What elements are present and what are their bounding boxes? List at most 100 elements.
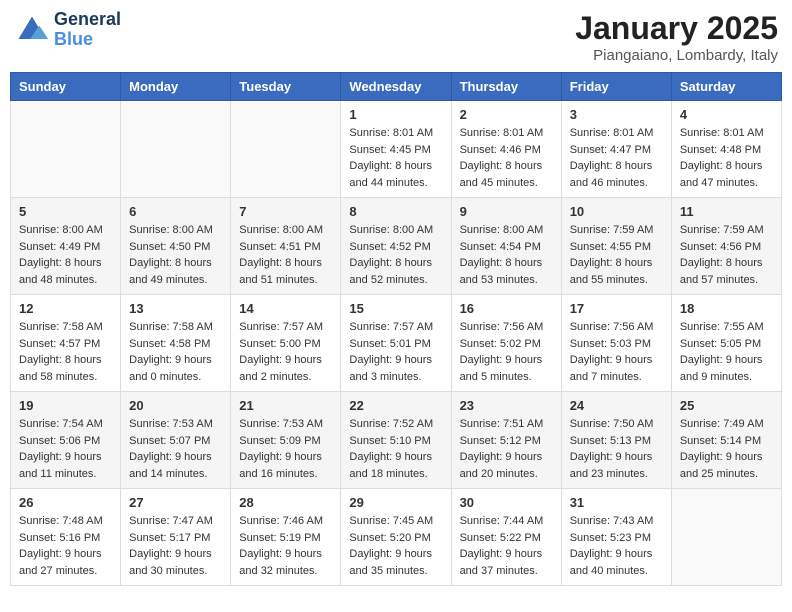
calendar-table: SundayMondayTuesdayWednesdayThursdayFrid… xyxy=(10,72,782,586)
weekday-header-tuesday: Tuesday xyxy=(231,73,341,101)
calendar-day-25: 25 Sunrise: 7:49 AM Sunset: 5:14 PM Dayli… xyxy=(671,392,781,489)
weekday-header-row: SundayMondayTuesdayWednesdayThursdayFrid… xyxy=(11,73,782,101)
calendar-day-21: 21Sunrise: 7:53 AM Sunset: 5:09 PM Dayli… xyxy=(231,392,341,489)
calendar-day-19: 19 Sunrise: 7:54 AM Sunset: 5:06 PM Dayli… xyxy=(11,392,121,489)
day-number: 23 xyxy=(460,398,553,413)
day-number: 29 xyxy=(349,495,442,510)
day-number: 24 xyxy=(570,398,663,413)
day-info: Sunrise: 7:57 AM Sunset: 5:00 PM Dayligh… xyxy=(239,319,332,385)
day-number: 4 xyxy=(680,107,773,122)
day-info: Sunrise: 8:00 AM Sunset: 4:50 PM Dayligh… xyxy=(129,222,222,288)
title-area: January 2025 Piangaiano, Lombardy, Italy xyxy=(575,10,778,64)
day-number: 6 xyxy=(129,204,222,219)
day-number: 17 xyxy=(570,301,663,316)
weekday-header-thursday: Thursday xyxy=(451,73,561,101)
day-info: Sunrise: 7:51 AM Sunset: 5:12 PM Dayligh… xyxy=(460,416,553,482)
day-number: 15 xyxy=(349,301,442,316)
calendar-week-row: 5Sunrise: 8:00 AM Sunset: 4:49 PM Daylig… xyxy=(11,198,782,295)
day-number: 7 xyxy=(239,204,332,219)
weekday-header-monday: Monday xyxy=(121,73,231,101)
day-number: 21 xyxy=(239,398,332,413)
day-info: Sunrise: 7:58 AM Sunset: 4:57 PM Dayligh… xyxy=(19,319,112,385)
calendar-day-2: 2 Sunrise: 8:01 AM Sunset: 4:46 PM Daylig… xyxy=(451,101,561,198)
calendar-day-11: 11 Sunrise: 7:59 AM Sunset: 4:56 PM Dayli… xyxy=(671,198,781,295)
day-number: 18 xyxy=(680,301,773,316)
logo-icon xyxy=(14,12,50,48)
day-info: Sunrise: 7:58 AM Sunset: 4:58 PM Dayligh… xyxy=(129,319,222,385)
day-info: Sunrise: 7:59 AM Sunset: 4:56 PM Dayligh… xyxy=(680,222,773,288)
calendar-day-29: 29Sunrise: 7:45 AM Sunset: 5:20 PM Dayli… xyxy=(341,489,451,586)
day-number: 9 xyxy=(460,204,553,219)
calendar-day-20: 20 Sunrise: 7:53 AM Sunset: 5:07 PM Dayli… xyxy=(121,392,231,489)
calendar-day-22: 22 Sunrise: 7:52 AM Sunset: 5:10 PM Dayli… xyxy=(341,392,451,489)
day-number: 11 xyxy=(680,204,773,219)
day-info: Sunrise: 7:54 AM Sunset: 5:06 PM Dayligh… xyxy=(19,416,112,482)
calendar-day-27: 27Sunrise: 7:47 AM Sunset: 5:17 PM Dayli… xyxy=(121,489,231,586)
day-number: 8 xyxy=(349,204,442,219)
day-info: Sunrise: 8:01 AM Sunset: 4:47 PM Dayligh… xyxy=(570,125,663,191)
calendar-day-5: 5Sunrise: 8:00 AM Sunset: 4:49 PM Daylig… xyxy=(11,198,121,295)
calendar-day-empty xyxy=(121,101,231,198)
calendar-day-30: 30 Sunrise: 7:44 AM Sunset: 5:22 PM Dayli… xyxy=(451,489,561,586)
day-info: Sunrise: 8:01 AM Sunset: 4:48 PM Dayligh… xyxy=(680,125,773,191)
day-number: 31 xyxy=(570,495,663,510)
day-info: Sunrise: 8:00 AM Sunset: 4:51 PM Dayligh… xyxy=(239,222,332,288)
day-info: Sunrise: 7:52 AM Sunset: 5:10 PM Dayligh… xyxy=(349,416,442,482)
day-number: 19 xyxy=(19,398,112,413)
month-title: January 2025 xyxy=(575,10,778,47)
logo: General Blue xyxy=(14,10,121,50)
calendar-day-12: 12Sunrise: 7:58 AM Sunset: 4:57 PM Dayli… xyxy=(11,295,121,392)
day-number: 13 xyxy=(129,301,222,316)
logo-text: General Blue xyxy=(54,10,121,50)
day-number: 14 xyxy=(239,301,332,316)
weekday-header-sunday: Sunday xyxy=(11,73,121,101)
day-info: Sunrise: 7:55 AM Sunset: 5:05 PM Dayligh… xyxy=(680,319,773,385)
calendar-day-10: 10 Sunrise: 7:59 AM Sunset: 4:55 PM Dayli… xyxy=(561,198,671,295)
calendar-day-1: 1Sunrise: 8:01 AM Sunset: 4:45 PM Daylig… xyxy=(341,101,451,198)
weekday-header-friday: Friday xyxy=(561,73,671,101)
calendar-day-26: 26Sunrise: 7:48 AM Sunset: 5:16 PM Dayli… xyxy=(11,489,121,586)
day-info: Sunrise: 7:47 AM Sunset: 5:17 PM Dayligh… xyxy=(129,513,222,579)
day-number: 2 xyxy=(460,107,553,122)
day-info: Sunrise: 8:00 AM Sunset: 4:54 PM Dayligh… xyxy=(460,222,553,288)
calendar-day-24: 24 Sunrise: 7:50 AM Sunset: 5:13 PM Dayli… xyxy=(561,392,671,489)
day-info: Sunrise: 8:00 AM Sunset: 4:49 PM Dayligh… xyxy=(19,222,112,288)
calendar-day-empty xyxy=(231,101,341,198)
calendar-day-17: 17 Sunrise: 7:56 AM Sunset: 5:03 PM Dayli… xyxy=(561,295,671,392)
day-number: 3 xyxy=(570,107,663,122)
day-number: 10 xyxy=(570,204,663,219)
calendar-day-14: 14 Sunrise: 7:57 AM Sunset: 5:00 PM Dayli… xyxy=(231,295,341,392)
day-number: 25 xyxy=(680,398,773,413)
day-info: Sunrise: 7:46 AM Sunset: 5:19 PM Dayligh… xyxy=(239,513,332,579)
day-info: Sunrise: 8:01 AM Sunset: 4:46 PM Dayligh… xyxy=(460,125,553,191)
day-number: 22 xyxy=(349,398,442,413)
day-number: 20 xyxy=(129,398,222,413)
day-info: Sunrise: 7:43 AM Sunset: 5:23 PM Dayligh… xyxy=(570,513,663,579)
calendar-day-3: 3 Sunrise: 8:01 AM Sunset: 4:47 PM Daylig… xyxy=(561,101,671,198)
calendar-day-empty xyxy=(11,101,121,198)
header: General Blue January 2025 Piangaiano, Lo… xyxy=(10,10,782,64)
day-info: Sunrise: 7:56 AM Sunset: 5:02 PM Dayligh… xyxy=(460,319,553,385)
calendar-day-16: 16Sunrise: 7:56 AM Sunset: 5:02 PM Dayli… xyxy=(451,295,561,392)
weekday-header-wednesday: Wednesday xyxy=(341,73,451,101)
day-info: Sunrise: 7:59 AM Sunset: 4:55 PM Dayligh… xyxy=(570,222,663,288)
location-subtitle: Piangaiano, Lombardy, Italy xyxy=(575,47,778,64)
calendar-week-row: 1Sunrise: 8:01 AM Sunset: 4:45 PM Daylig… xyxy=(11,101,782,198)
calendar-day-15: 15 Sunrise: 7:57 AM Sunset: 5:01 PM Dayli… xyxy=(341,295,451,392)
day-info: Sunrise: 7:44 AM Sunset: 5:22 PM Dayligh… xyxy=(460,513,553,579)
day-number: 30 xyxy=(460,495,553,510)
calendar-day-9: 9 Sunrise: 8:00 AM Sunset: 4:54 PM Daylig… xyxy=(451,198,561,295)
day-info: Sunrise: 7:49 AM Sunset: 5:14 PM Dayligh… xyxy=(680,416,773,482)
calendar-day-4: 4 Sunrise: 8:01 AM Sunset: 4:48 PM Daylig… xyxy=(671,101,781,198)
calendar-day-23: 23 Sunrise: 7:51 AM Sunset: 5:12 PM Dayli… xyxy=(451,392,561,489)
calendar-day-empty xyxy=(671,489,781,586)
day-info: Sunrise: 7:53 AM Sunset: 5:07 PM Dayligh… xyxy=(129,416,222,482)
day-info: Sunrise: 7:56 AM Sunset: 5:03 PM Dayligh… xyxy=(570,319,663,385)
calendar-week-row: 26Sunrise: 7:48 AM Sunset: 5:16 PM Dayli… xyxy=(11,489,782,586)
day-info: Sunrise: 7:50 AM Sunset: 5:13 PM Dayligh… xyxy=(570,416,663,482)
day-number: 26 xyxy=(19,495,112,510)
day-number: 1 xyxy=(349,107,442,122)
weekday-header-saturday: Saturday xyxy=(671,73,781,101)
calendar-day-18: 18 Sunrise: 7:55 AM Sunset: 5:05 PM Dayli… xyxy=(671,295,781,392)
day-info: Sunrise: 7:57 AM Sunset: 5:01 PM Dayligh… xyxy=(349,319,442,385)
